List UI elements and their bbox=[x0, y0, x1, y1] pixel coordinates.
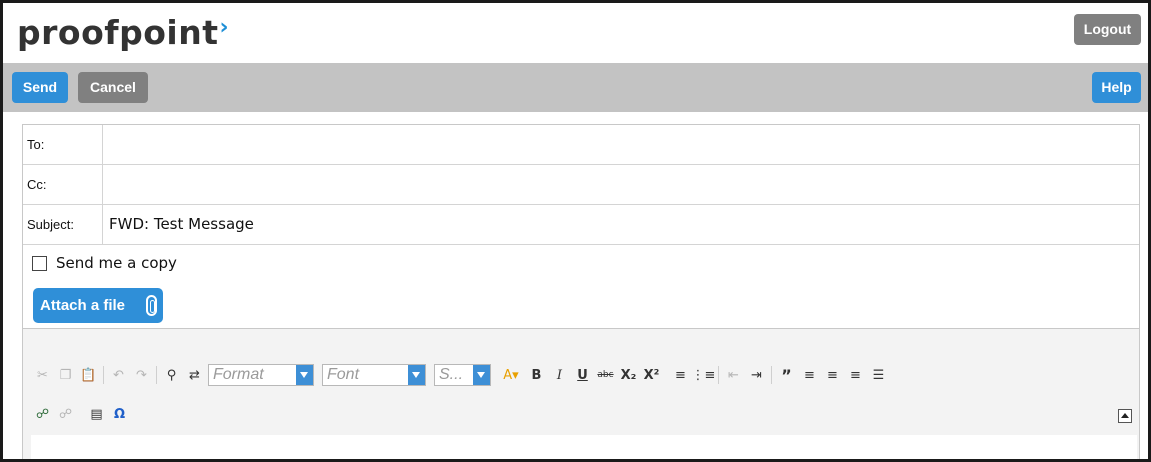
align-left-icon[interactable]: ≡ bbox=[800, 364, 819, 386]
send-button[interactable]: Send bbox=[12, 72, 68, 103]
unlink-icon[interactable]: ☍ bbox=[56, 403, 75, 425]
underline-icon[interactable]: U bbox=[573, 364, 592, 386]
send-copy-label: Send me a copy bbox=[56, 254, 177, 272]
redo-icon[interactable]: ↷ bbox=[132, 364, 151, 386]
chevron-down-icon bbox=[296, 365, 313, 385]
find-icon[interactable]: ⚲ bbox=[162, 364, 181, 386]
rich-text-editor: ✂ ❐ 📋 ↶ ↷ ⚲ ⇄ Format Font S... A▾ B I U … bbox=[23, 328, 1139, 459]
align-right-icon[interactable]: ≡ bbox=[846, 364, 865, 386]
toolbar-divider bbox=[156, 366, 157, 384]
size-select[interactable]: S... bbox=[434, 364, 491, 386]
editor-toolbar-row-1: ✂ ❐ 📋 ↶ ↷ ⚲ ⇄ Format Font S... A▾ B I U … bbox=[33, 363, 892, 387]
font-select-text: Font bbox=[327, 366, 360, 383]
indent-icon[interactable]: ⇥ bbox=[747, 364, 766, 386]
justify-icon[interactable]: ☰ bbox=[869, 364, 888, 386]
to-row: To: bbox=[23, 125, 1139, 165]
subject-field[interactable]: FWD: Test Message bbox=[104, 205, 1139, 244]
subject-row: Subject: FWD: Test Message bbox=[23, 205, 1139, 245]
font-select[interactable]: Font bbox=[322, 364, 426, 386]
action-toolbar: Send Cancel Help bbox=[3, 63, 1148, 112]
send-copy-checkbox[interactable] bbox=[32, 255, 47, 271]
cc-field[interactable] bbox=[104, 165, 1139, 204]
strikethrough-icon[interactable]: abc bbox=[596, 364, 615, 386]
undo-icon[interactable]: ↶ bbox=[109, 364, 128, 386]
logout-button[interactable]: Logout bbox=[1074, 14, 1141, 45]
replace-icon[interactable]: ⇄ bbox=[185, 364, 204, 386]
chevron-down-icon bbox=[408, 365, 425, 385]
special-char-icon[interactable]: Ω bbox=[110, 403, 129, 425]
link-icon[interactable]: ☍ bbox=[33, 403, 52, 425]
compose-window: proofpoint› Logout Send Cancel Help To: … bbox=[0, 0, 1151, 462]
editor-toolbar-row-2: ☍ ☍ ▤ Ω bbox=[33, 402, 133, 426]
to-field[interactable] bbox=[104, 125, 1139, 164]
proofpoint-logo: proofpoint› bbox=[17, 13, 230, 52]
cut-icon[interactable]: ✂ bbox=[33, 364, 52, 386]
message-body[interactable] bbox=[31, 435, 1137, 459]
attach-file-button[interactable]: Attach a file bbox=[33, 288, 163, 323]
help-button[interactable]: Help bbox=[1092, 72, 1141, 103]
header: proofpoint› Logout bbox=[3, 3, 1148, 63]
collapse-toolbar-button[interactable] bbox=[1118, 409, 1132, 423]
toolbar-divider bbox=[103, 366, 104, 384]
cancel-button[interactable]: Cancel bbox=[78, 72, 148, 103]
cc-row: Cc: bbox=[23, 165, 1139, 205]
copy-icon[interactable]: ❐ bbox=[56, 364, 75, 386]
subject-label: Subject: bbox=[23, 205, 103, 244]
paperclip-icon bbox=[146, 295, 157, 316]
compose-form: To: Cc: Subject: FWD: Test Message Send … bbox=[22, 124, 1140, 459]
align-center-icon[interactable]: ≡ bbox=[823, 364, 842, 386]
chevron-down-icon bbox=[473, 365, 490, 385]
to-label: To: bbox=[23, 125, 103, 164]
format-select-text: Format bbox=[213, 366, 264, 383]
send-copy-option[interactable]: Send me a copy bbox=[32, 254, 177, 272]
cc-label: Cc: bbox=[23, 165, 103, 204]
italic-icon[interactable]: I bbox=[550, 364, 569, 386]
format-select[interactable]: Format bbox=[208, 364, 314, 386]
toolbar-divider bbox=[718, 366, 719, 384]
blockquote-icon[interactable]: ” bbox=[777, 364, 796, 386]
superscript-icon[interactable]: X² bbox=[642, 364, 661, 386]
bullet-list-icon[interactable]: ⋮≡ bbox=[692, 364, 716, 386]
numbered-list-icon[interactable]: ≡ bbox=[671, 364, 690, 386]
text-color-icon[interactable]: A▾ bbox=[499, 364, 523, 386]
paste-icon[interactable]: 📋 bbox=[79, 364, 98, 386]
toolbar-divider bbox=[771, 366, 772, 384]
bold-icon[interactable]: B bbox=[527, 364, 546, 386]
horizontal-rule-icon[interactable]: ▤ bbox=[87, 403, 106, 425]
outdent-icon[interactable]: ⇤ bbox=[724, 364, 743, 386]
size-select-text: S... bbox=[439, 366, 464, 383]
subscript-icon[interactable]: X₂ bbox=[619, 364, 638, 386]
attach-file-label: Attach a file bbox=[40, 297, 126, 314]
